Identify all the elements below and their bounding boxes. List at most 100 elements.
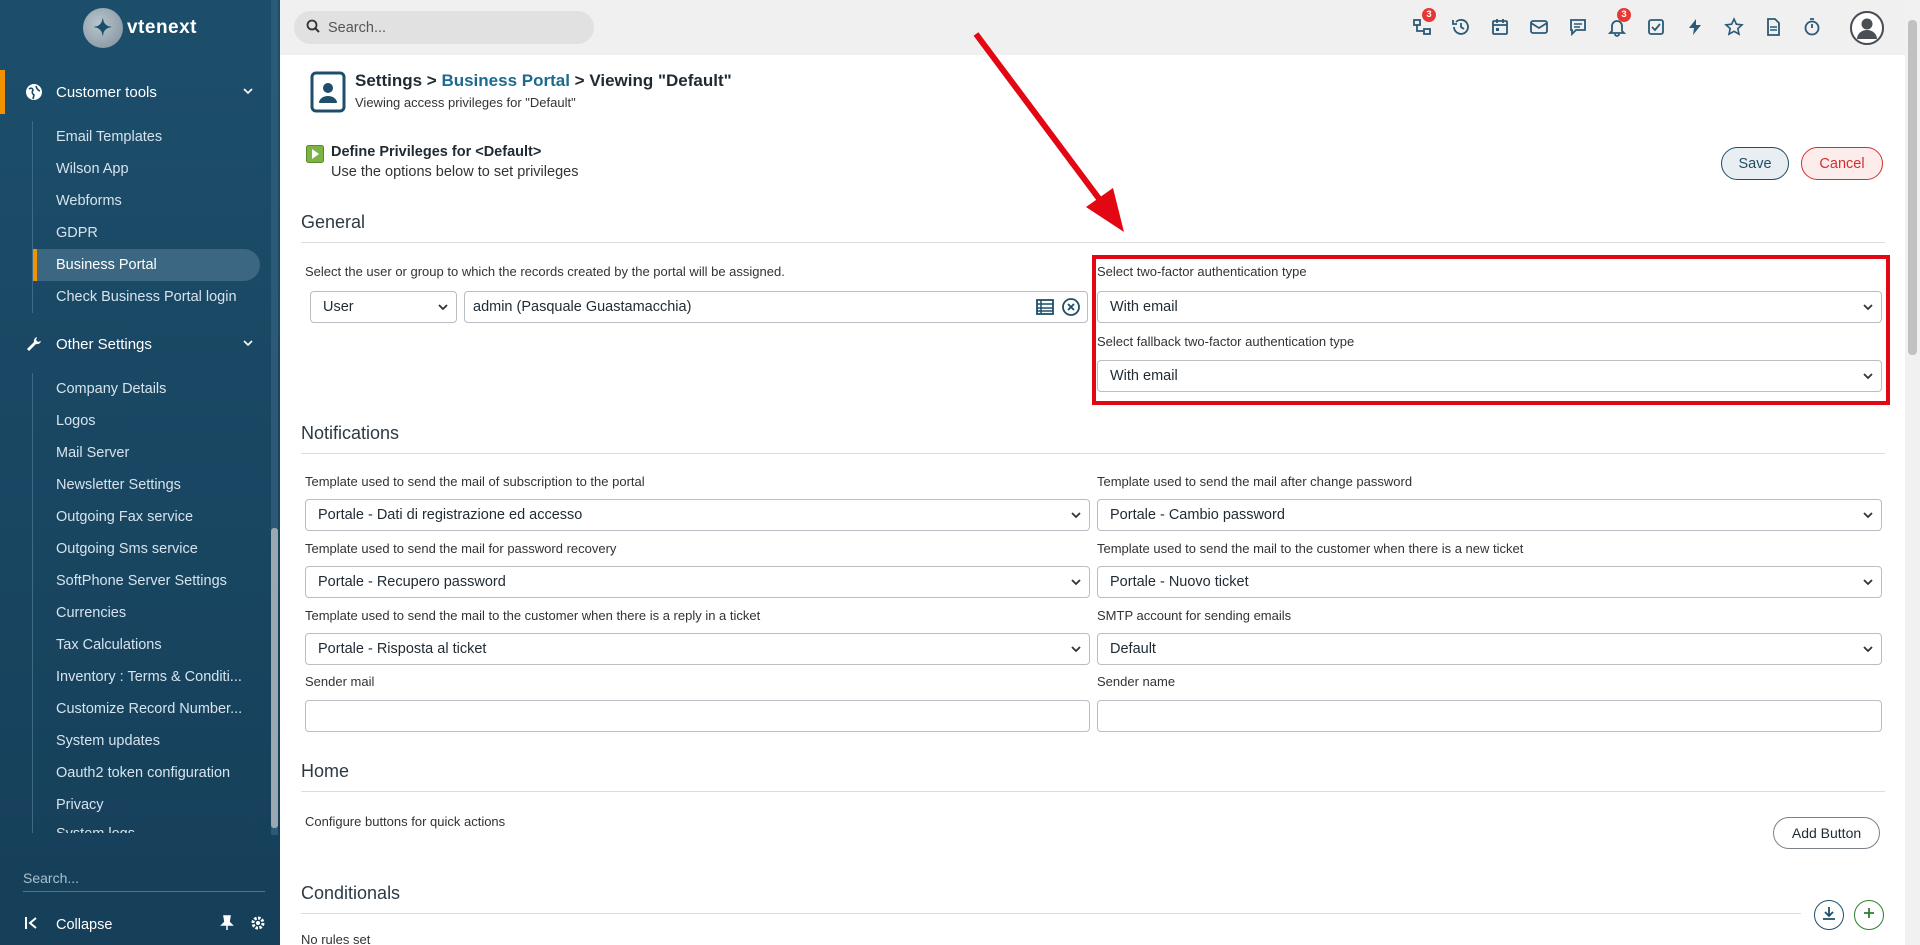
section-title-general: General xyxy=(301,212,366,232)
network-icon[interactable]: 3 xyxy=(1408,8,1436,42)
sidebar-scrollbar-thumb[interactable] xyxy=(271,528,278,828)
sidebar-section-other-settings[interactable]: Other Settings xyxy=(0,322,270,366)
star-icon[interactable] xyxy=(1720,12,1748,42)
sidebar-item-inventory-terms[interactable]: Inventory : Terms & Conditi... xyxy=(33,661,260,693)
breadcrumb-settings[interactable]: Settings xyxy=(355,71,422,90)
download-icon xyxy=(1822,906,1836,925)
search-input[interactable]: Search... xyxy=(294,11,594,44)
play-arrow-icon xyxy=(306,145,324,163)
logo-icon: ✦ xyxy=(82,7,123,48)
sidebar-item-outgoing-fax[interactable]: Outgoing Fax service xyxy=(33,501,260,533)
sidebar-item-tax-calculations[interactable]: Tax Calculations xyxy=(33,629,260,661)
notification-badge: 3 xyxy=(1422,8,1436,22)
sidebar-item-oauth2[interactable]: Oauth2 token configuration xyxy=(33,757,260,789)
chat-icon[interactable] xyxy=(1564,12,1592,42)
recovery-template-label: Template used to send the mail for passw… xyxy=(305,541,617,556)
subscription-template-label: Template used to send the mail of subscr… xyxy=(305,474,645,489)
sidebar-list-customer-tools: Email Templates Wilson App Webforms GDPR… xyxy=(32,121,260,313)
smtp-account-label: SMTP account for sending emails xyxy=(1097,608,1292,623)
subscription-template-value: Portale - Dati di registrazione ed acces… xyxy=(318,507,583,523)
sidebar-item-email-templates[interactable]: Email Templates xyxy=(33,121,260,153)
globe-icon xyxy=(24,82,44,102)
document-icon[interactable] xyxy=(1759,12,1787,42)
user-avatar[interactable] xyxy=(1850,11,1884,45)
bell-icon[interactable]: 3 xyxy=(1603,8,1631,42)
app-logo[interactable]: ✦ vtenext xyxy=(0,0,280,55)
new-ticket-template-label: Template used to send the mail to the cu… xyxy=(1097,541,1524,556)
sidebar-item-currencies[interactable]: Currencies xyxy=(33,597,260,629)
notification-badge: 3 xyxy=(1617,8,1631,22)
add-rule-button[interactable] xyxy=(1854,900,1884,930)
reply-template-value: Portale - Risposta al ticket xyxy=(318,641,487,657)
sidebar-item-check-business-portal-login[interactable]: Check Business Portal login xyxy=(33,281,260,313)
sidebar-search-input[interactable]: Search... xyxy=(23,858,265,892)
sidebar-item-gdpr[interactable]: GDPR xyxy=(33,217,260,249)
sender-name-input[interactable] xyxy=(1097,700,1882,732)
chevron-down-icon xyxy=(1862,509,1874,525)
chevron-down-icon xyxy=(437,301,449,317)
breadcrumb-business-portal[interactable]: Business Portal xyxy=(441,71,570,90)
page-scrollbar-thumb[interactable] xyxy=(1908,20,1917,355)
chevron-down-icon xyxy=(1862,643,1874,659)
mail-icon[interactable] xyxy=(1525,12,1553,42)
collapse-icon[interactable] xyxy=(24,916,38,934)
subscription-template-select[interactable]: Portale - Dati di registrazione ed acces… xyxy=(305,499,1090,531)
section-divider xyxy=(301,453,1885,454)
sidebar-item-softphone[interactable]: SoftPhone Server Settings xyxy=(33,565,260,597)
reply-template-label: Template used to send the mail to the cu… xyxy=(305,608,761,623)
sidebar: ✦ vtenext Customer tools Email Templates… xyxy=(0,0,280,945)
lightning-icon[interactable] xyxy=(1681,12,1709,42)
sidebar-item-system-updates[interactable]: System updates xyxy=(33,725,260,757)
change-password-template-select[interactable]: Portale - Cambio password xyxy=(1097,499,1882,531)
chevron-down-icon xyxy=(1862,576,1874,592)
smtp-account-value: Default xyxy=(1110,641,1156,657)
gear-icon[interactable] xyxy=(250,915,266,935)
calendar-icon[interactable] xyxy=(1486,12,1514,42)
assign-user-value: admin (Pasquale Guastamacchia) xyxy=(473,299,692,315)
sender-name-label: Sender name xyxy=(1097,674,1176,689)
section-title-home: Home xyxy=(301,761,350,781)
sender-mail-input[interactable] xyxy=(305,700,1090,732)
recovery-template-select[interactable]: Portale - Recupero password xyxy=(305,566,1090,598)
tasks-icon[interactable] xyxy=(1642,12,1670,42)
collapse-label[interactable]: Collapse xyxy=(56,917,112,933)
sidebar-item-webforms[interactable]: Webforms xyxy=(33,185,260,217)
sidebar-item-business-portal[interactable]: Business Portal xyxy=(33,249,260,281)
no-rules-label: No rules set xyxy=(301,932,371,945)
save-button[interactable]: Save xyxy=(1721,147,1789,180)
search-icon xyxy=(306,19,320,37)
contact-card-icon xyxy=(310,71,346,113)
pin-icon[interactable] xyxy=(220,915,234,935)
section-divider xyxy=(301,913,1801,914)
sidebar-list-other-settings: Company Details Logos Mail Server Newsle… xyxy=(32,373,260,833)
list-icon[interactable] xyxy=(1035,297,1055,321)
assign-user-field[interactable]: admin (Pasquale Guastamacchia) xyxy=(464,291,1088,323)
page-subtitle: Viewing access privileges for "Default" xyxy=(355,95,576,110)
clear-icon[interactable] xyxy=(1061,297,1081,321)
smtp-account-select[interactable]: Default xyxy=(1097,633,1882,665)
breadcrumb-separator: > xyxy=(422,71,442,90)
assign-type-select[interactable]: User xyxy=(310,291,457,323)
sidebar-item-mail-server[interactable]: Mail Server xyxy=(33,437,260,469)
sidebar-item-system-logs[interactable]: System logs xyxy=(33,821,260,833)
sidebar-item-company-details[interactable]: Company Details xyxy=(33,373,260,405)
reply-template-select[interactable]: Portale - Risposta al ticket xyxy=(305,633,1090,665)
timer-icon[interactable] xyxy=(1798,12,1826,42)
sidebar-section-customer-tools[interactable]: Customer tools xyxy=(0,70,270,114)
sidebar-footer: Collapse xyxy=(0,905,280,945)
section-title-notifications: Notifications xyxy=(301,423,400,443)
download-button[interactable] xyxy=(1814,900,1844,930)
sidebar-item-newsletter-settings[interactable]: Newsletter Settings xyxy=(33,469,260,501)
history-icon[interactable] xyxy=(1447,12,1475,42)
assign-label: Select the user or group to which the re… xyxy=(305,264,785,279)
new-ticket-template-select[interactable]: Portale - Nuovo ticket xyxy=(1097,566,1882,598)
section-title-conditionals: Conditionals xyxy=(301,883,401,903)
add-button[interactable]: Add Button xyxy=(1773,817,1880,849)
sidebar-item-customize-record-number[interactable]: Customize Record Number... xyxy=(33,693,260,725)
cancel-button[interactable]: Cancel xyxy=(1801,147,1883,180)
sidebar-item-privacy[interactable]: Privacy xyxy=(33,789,260,821)
sidebar-item-outgoing-sms[interactable]: Outgoing Sms service xyxy=(33,533,260,565)
sidebar-item-wilson-app[interactable]: Wilson App xyxy=(33,153,260,185)
logo-text: vtenext xyxy=(126,16,198,38)
sidebar-item-logos[interactable]: Logos xyxy=(33,405,260,437)
